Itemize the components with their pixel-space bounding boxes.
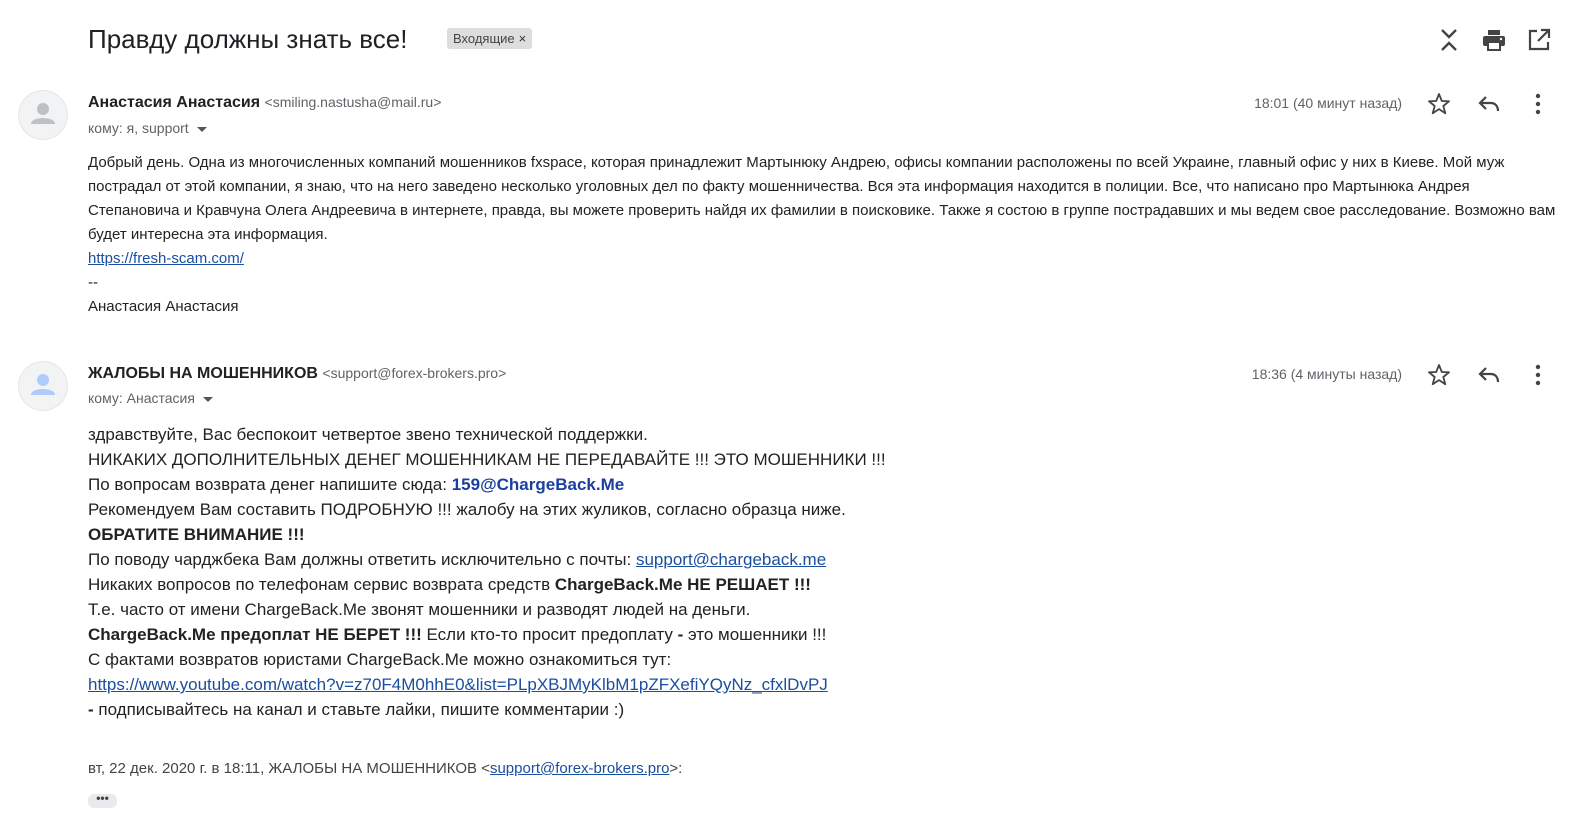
quote-email-link[interactable]: support@forex-brokers.pro bbox=[490, 760, 669, 777]
show-trimmed-content-button[interactable]: ••• bbox=[88, 792, 117, 808]
youtube-link[interactable]: https://www.youtube.com/watch?v=z70F4M0h… bbox=[88, 675, 828, 694]
body-line: По поводу чарджбека Вам должны ответить … bbox=[88, 547, 886, 572]
chargeback-email: 159@ChargeBack.Me bbox=[451, 475, 625, 494]
open-in-new-window-icon[interactable] bbox=[1525, 26, 1553, 54]
body-text: подписывайтесь на канал и ставьте лайки,… bbox=[98, 700, 625, 719]
support-email-link[interactable]: support@chargeback.me bbox=[636, 550, 826, 569]
body-line: Т.е. часто от имени ChargeBack.Me звонят… bbox=[88, 600, 751, 619]
quote-suffix: >: bbox=[669, 760, 683, 777]
sender-avatar bbox=[18, 90, 68, 140]
print-icon[interactable] bbox=[1480, 26, 1508, 54]
body-line: ОБРАТИТЕ ВНИМАНИЕ !!! bbox=[88, 525, 305, 544]
chevron-down-icon[interactable] bbox=[202, 396, 213, 402]
label-chip-text: Входящие bbox=[453, 31, 515, 46]
message-sender: ЖАЛОБЫ НА МОШЕННИКОВ <support@forex-brok… bbox=[88, 365, 506, 383]
body-text: По вопросам возврата денег напишите сюда… bbox=[88, 475, 452, 494]
body-bold: - bbox=[88, 700, 99, 719]
sender-avatar bbox=[18, 361, 68, 411]
body-text: Никаких вопросов по телефонам сервис воз… bbox=[88, 575, 555, 594]
message-body: здравствуйте, Вас беспокоит четвертое зв… bbox=[88, 422, 886, 722]
thread-subject: Правду должны знать все! bbox=[88, 24, 408, 54]
star-icon[interactable] bbox=[1426, 362, 1452, 388]
message-body: Добрый день. Одна из многочисленных комп… bbox=[88, 151, 1558, 319]
reply-icon[interactable] bbox=[1476, 362, 1502, 388]
more-vert-icon[interactable] bbox=[1525, 362, 1551, 388]
body-text: По поводу чарджбека Вам должны ответить … bbox=[88, 550, 636, 569]
remove-label-icon[interactable]: × bbox=[519, 31, 527, 46]
label-chip-inbox[interactable]: Входящие × bbox=[447, 28, 533, 49]
reply-icon[interactable] bbox=[1476, 91, 1502, 117]
more-vert-icon[interactable] bbox=[1525, 91, 1551, 117]
sender-email: <support@forex-brokers.pro> bbox=[322, 365, 507, 381]
chevron-down-icon[interactable] bbox=[196, 126, 207, 132]
body-line: По вопросам возврата денег напишите сюда… bbox=[88, 472, 886, 497]
body-text: Если кто-то просит предоплату bbox=[421, 625, 678, 644]
body-line: - подписывайтесь на канал и ставьте лайк… bbox=[88, 697, 886, 722]
avatar-person-icon bbox=[31, 103, 55, 124]
body-bold: ChargeBack.Me НЕ РЕШАЕТ !!! bbox=[554, 575, 811, 594]
recipients-line[interactable]: кому: Анастасия bbox=[88, 390, 213, 406]
body-line: Никаких вопросов по телефонам сервис воз… bbox=[88, 572, 886, 597]
message-time: 18:01 (40 минут назад) bbox=[1254, 95, 1402, 111]
sender-name: ЖАЛОБЫ НА МОШЕННИКОВ bbox=[88, 365, 318, 382]
body-bold: ChargeBack.Me предоплат НЕ БЕРЕТ !!! bbox=[88, 625, 422, 644]
body-line: НИКАКИХ ДОПОЛНИТЕЛЬНЫХ ДЕНЕГ МОШЕННИКАМ … bbox=[88, 450, 886, 469]
avatar-person-icon bbox=[31, 374, 55, 395]
body-line: ChargeBack.Me предоплат НЕ БЕРЕТ !!! Есл… bbox=[88, 622, 886, 647]
recipients-line[interactable]: кому: я, support bbox=[88, 120, 207, 136]
star-icon[interactable] bbox=[1426, 91, 1452, 117]
message-time: 18:36 (4 минуты назад) bbox=[1251, 366, 1402, 382]
quoted-header: вт, 22 дек. 2020 г. в 18:11, ЖАЛОБЫ НА М… bbox=[88, 757, 682, 781]
body-line: https://www.youtube.com/watch?v=z70F4M0h… bbox=[88, 672, 886, 697]
message-sender: Анастасия Анастасия <smiling.nastusha@ma… bbox=[88, 94, 441, 112]
recipients-text: кому: я, support bbox=[88, 120, 189, 136]
body-line: С фактами возвратов юристами ChargeBack.… bbox=[88, 650, 672, 669]
body-text: это мошенники !!! bbox=[683, 625, 827, 644]
body-line: здравствуйте, Вас беспокоит четвертое зв… bbox=[88, 425, 648, 444]
collapse-all-icon[interactable] bbox=[1435, 26, 1463, 54]
signature: Анастасия Анастасия bbox=[88, 298, 239, 315]
message-link[interactable]: https://fresh-scam.com/ bbox=[88, 250, 244, 267]
quote-prefix: вт, 22 дек. 2020 г. в 18:11, ЖАЛОБЫ НА М… bbox=[88, 760, 490, 777]
message-paragraph: Добрый день. Одна из многочисленных комп… bbox=[88, 154, 1556, 243]
signature-separator: -- bbox=[88, 274, 98, 291]
body-line: Рекомендуем Вам составить ПОДРОБНУЮ !!! … bbox=[88, 500, 846, 519]
sender-email: <smiling.nastusha@mail.ru> bbox=[264, 94, 442, 110]
recipients-text: кому: Анастасия bbox=[88, 390, 195, 406]
sender-name: Анастасия Анастасия bbox=[88, 94, 261, 111]
